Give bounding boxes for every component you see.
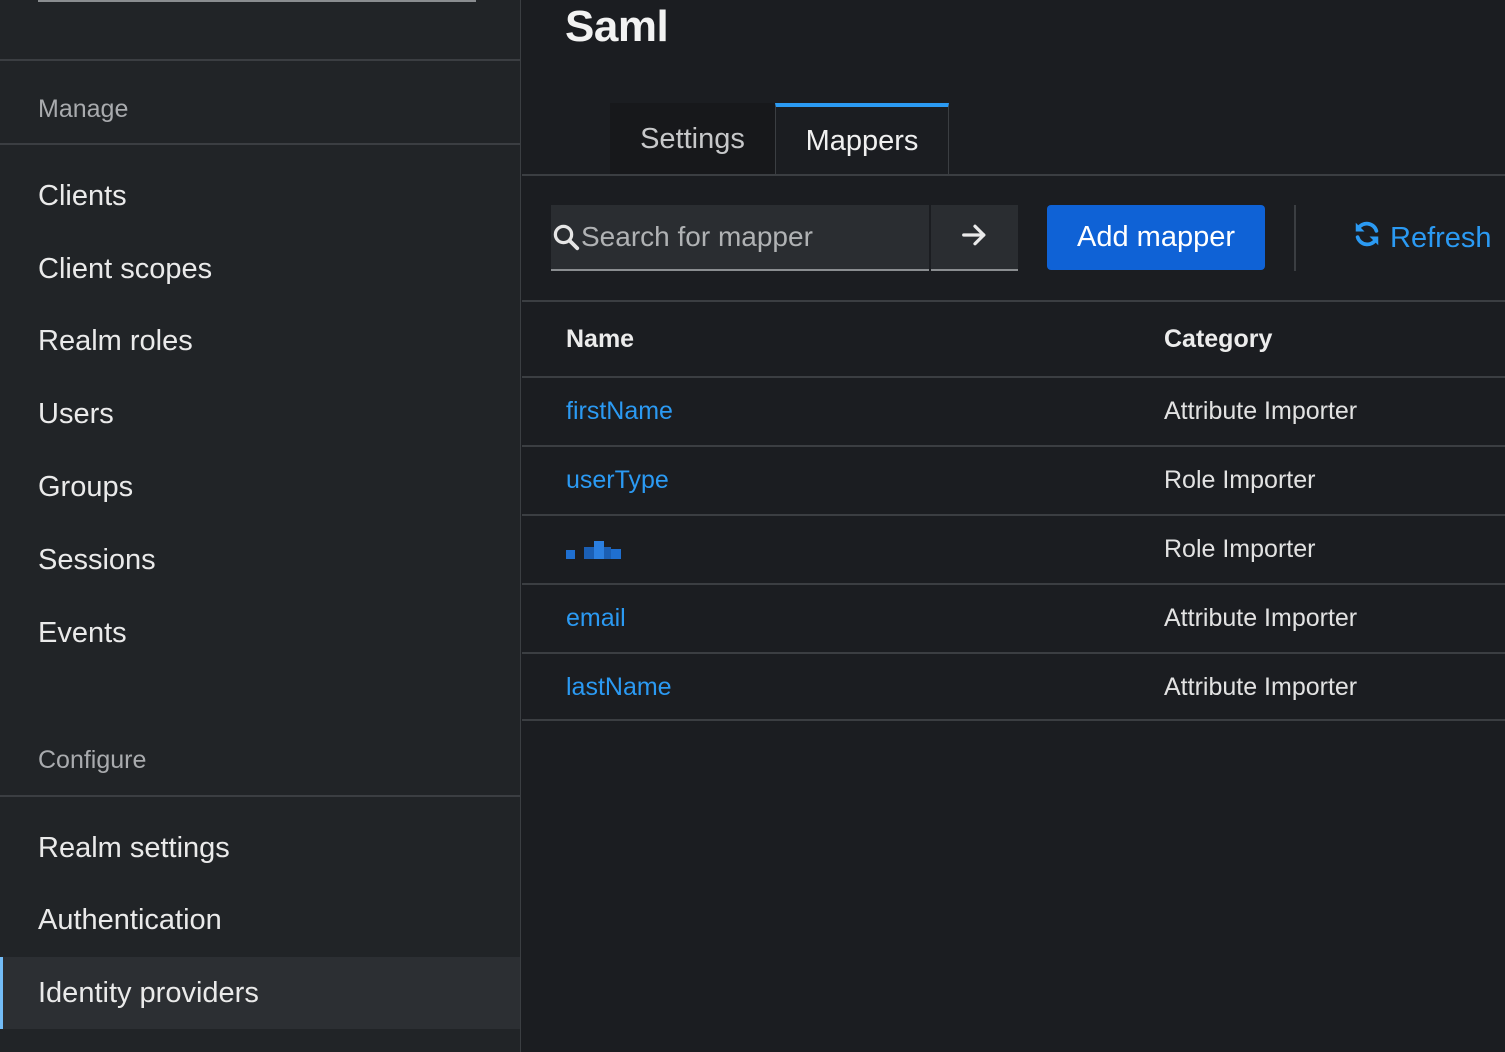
toolbar-divider <box>1294 205 1296 271</box>
sidebar-item-identity-providers[interactable]: Identity providers <box>0 957 520 1029</box>
main-content: Saml Settings Mappers Add mapper <box>522 0 1505 1052</box>
sidebar: Manage Clients Client scopes Realm roles… <box>0 0 521 1052</box>
sidebar-item-realm-roles[interactable]: Realm roles <box>0 305 520 377</box>
arrow-right-icon <box>960 220 990 255</box>
sidebar-section-configure: Configure <box>38 746 147 774</box>
sidebar-divider <box>0 795 521 797</box>
sidebar-item-clients[interactable]: Clients <box>0 160 520 232</box>
mapper-name-link-redacted[interactable] <box>566 516 621 583</box>
mapper-name-link[interactable]: lastName <box>566 654 672 721</box>
page-title: Saml <box>565 2 669 51</box>
mapper-name-link[interactable]: firstName <box>566 378 673 445</box>
mapper-category: Attribute Importer <box>1164 673 1358 701</box>
sidebar-section-manage: Manage <box>38 95 129 123</box>
tabs-divider <box>522 174 1505 176</box>
mapper-category: Attribute Importer <box>1164 604 1358 632</box>
search-submit-button[interactable] <box>931 205 1018 271</box>
refresh-button[interactable]: Refresh <box>1352 205 1492 271</box>
search-input[interactable] <box>581 205 942 269</box>
add-mapper-button[interactable]: Add mapper <box>1047 205 1265 270</box>
tab-mappers[interactable]: Mappers <box>775 103 949 176</box>
table-row: userType Role Importer <box>522 445 1505 514</box>
tab-settings[interactable]: Settings <box>610 103 775 175</box>
mapper-name-link[interactable]: userType <box>566 447 669 514</box>
table-row: firstName Attribute Importer <box>522 376 1505 445</box>
redacted-text <box>566 540 621 559</box>
column-header-name[interactable]: Name <box>566 302 634 376</box>
sidebar-divider <box>0 59 521 61</box>
column-header-category: Category <box>1164 324 1273 353</box>
table-row: Role Importer <box>522 514 1505 583</box>
search-box <box>551 205 942 271</box>
mapper-category: Role Importer <box>1164 466 1316 494</box>
sidebar-item-groups[interactable]: Groups <box>0 451 520 523</box>
sidebar-item-authentication[interactable]: Authentication <box>0 884 520 956</box>
mapper-category: Role Importer <box>1164 535 1316 563</box>
refresh-label: Refresh <box>1390 221 1492 254</box>
sidebar-item-events[interactable]: Events <box>0 597 520 669</box>
table-row: lastName Attribute Importer <box>522 652 1505 721</box>
sidebar-item-realm-settings[interactable]: Realm settings <box>0 812 520 884</box>
sidebar-item-users[interactable]: Users <box>0 378 520 450</box>
realm-selector-edge <box>38 0 476 2</box>
refresh-icon <box>1352 219 1382 257</box>
mapper-name-link[interactable]: email <box>566 585 626 652</box>
table-top-border <box>522 300 1505 302</box>
mapper-category: Attribute Importer <box>1164 397 1358 425</box>
sidebar-divider <box>0 143 521 145</box>
sidebar-item-sessions[interactable]: Sessions <box>0 524 520 596</box>
table-row: email Attribute Importer <box>522 583 1505 652</box>
app-window: Manage Clients Client scopes Realm roles… <box>0 0 1505 1052</box>
search-icon <box>551 222 581 252</box>
sidebar-item-client-scopes[interactable]: Client scopes <box>0 233 520 305</box>
